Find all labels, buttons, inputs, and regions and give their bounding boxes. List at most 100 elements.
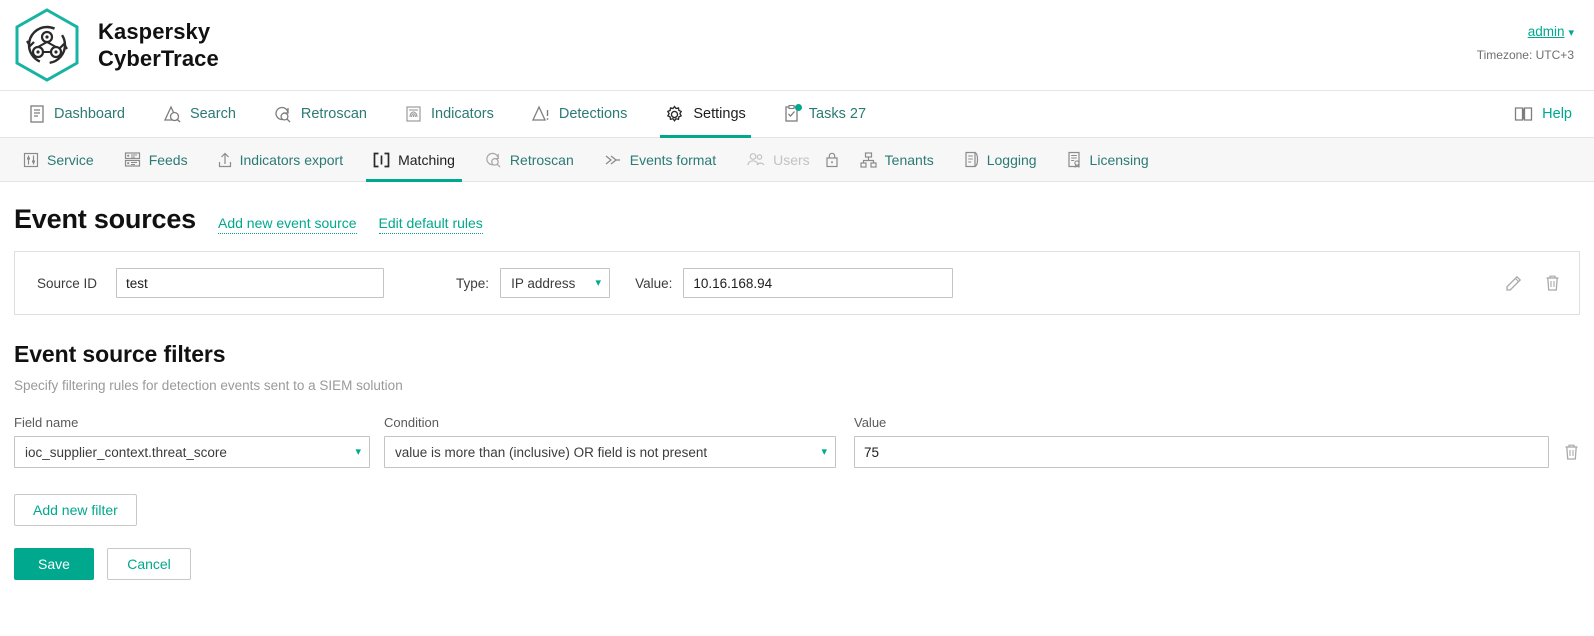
timezone-label: Timezone: UTC+3 xyxy=(1477,46,1574,64)
type-select-value: IP address xyxy=(511,276,575,291)
cybertrace-hex-logo-icon xyxy=(12,7,82,83)
user-menu[interactable]: admin▾ Timezone: UTC+3 xyxy=(1477,20,1574,64)
filter-value-input[interactable] xyxy=(854,436,1549,468)
subnav-item-indicators-export[interactable]: Indicators export xyxy=(203,138,359,181)
log-document-icon xyxy=(964,151,979,168)
search-icon xyxy=(163,105,181,123)
brand-title: Kaspersky CyberTrace xyxy=(98,18,219,73)
trash-icon[interactable] xyxy=(1544,274,1561,292)
source-id-input[interactable] xyxy=(116,268,384,298)
subnav-label: Events format xyxy=(630,152,716,168)
source-id-label: Source ID xyxy=(37,276,97,291)
nav-item-detections[interactable]: Detections xyxy=(513,91,647,137)
filter-field-name-cell: ioc_supplier_context.threat_score ▾ xyxy=(14,436,370,468)
nav-label: Dashboard xyxy=(54,106,125,122)
type-select[interactable]: IP address ▾ xyxy=(500,268,610,298)
sliders-icon xyxy=(23,152,39,168)
nav-item-settings[interactable]: Settings xyxy=(646,91,764,137)
nav-label: Search xyxy=(190,106,236,122)
lock-icon xyxy=(825,151,839,168)
page-content: Event sources Add new event source Edit … xyxy=(0,204,1594,580)
value-label: Value: xyxy=(635,276,672,291)
nav-item-indicators[interactable]: Indicators xyxy=(386,91,513,137)
server-icon xyxy=(124,152,141,167)
filter-row: ioc_supplier_context.threat_score ▾ valu… xyxy=(14,436,1580,468)
filter-delete-trash-icon[interactable] xyxy=(1563,443,1580,461)
brackets-icon xyxy=(373,152,390,168)
nav-item-dashboard[interactable]: Dashboard xyxy=(10,91,144,137)
tasks-icon xyxy=(784,105,800,123)
chevron-down-icon[interactable]: ▾ xyxy=(1568,27,1574,39)
edit-default-rules-link[interactable]: Edit default rules xyxy=(379,214,483,234)
subnav-item-licensing[interactable]: Licensing xyxy=(1052,138,1164,181)
subnav-label: Indicators export xyxy=(240,152,344,168)
filter-field-name-select[interactable]: ioc_supplier_context.threat_score ▾ xyxy=(14,436,370,468)
filter-value-cell xyxy=(854,436,1549,468)
nav-label: Detections xyxy=(559,106,628,122)
add-new-event-source-link[interactable]: Add new event source xyxy=(218,214,357,234)
type-label: Type: xyxy=(456,276,489,291)
subnav-label: Feeds xyxy=(149,152,188,168)
nav-item-tasks[interactable]: Tasks 27 xyxy=(765,91,885,137)
column-header-value: Value xyxy=(854,415,1580,430)
nav-label: Indicators xyxy=(431,106,494,122)
retroscan-icon xyxy=(485,151,502,168)
subnav-label: Service xyxy=(47,152,94,168)
certificate-icon xyxy=(1067,151,1082,168)
nav-item-retroscan[interactable]: Retroscan xyxy=(255,91,386,137)
filters-table: Field name Condition Value ioc_supplier_… xyxy=(14,415,1580,468)
add-filter-wrapper: Add new filter xyxy=(14,494,1580,526)
filters-column-headers: Field name Condition Value xyxy=(14,415,1580,430)
gear-icon xyxy=(665,105,684,124)
nav-item-search[interactable]: Search xyxy=(144,91,255,137)
value-input[interactable] xyxy=(683,268,953,298)
nav-label: Help xyxy=(1542,106,1572,122)
book-icon xyxy=(1514,106,1533,122)
form-actions: Save Cancel xyxy=(14,548,1580,580)
nav-label: Settings xyxy=(693,106,745,122)
filters-title: Event source filters xyxy=(14,341,1580,368)
subnav-item-events-format[interactable]: Events format xyxy=(589,138,731,181)
chevron-down-icon: ▾ xyxy=(355,447,361,458)
users-icon xyxy=(746,152,765,167)
filter-condition-cell: value is more than (inclusive) OR field … xyxy=(384,436,836,468)
column-header-field-name: Field name xyxy=(14,415,370,430)
brand: Kaspersky CyberTrace xyxy=(12,7,219,83)
subnav-item-tenants[interactable]: Tenants xyxy=(845,138,949,181)
subnav-label: Licensing xyxy=(1090,152,1149,168)
pencil-icon[interactable] xyxy=(1505,275,1522,292)
app-header: Kaspersky CyberTrace admin▾ Timezone: UT… xyxy=(0,0,1594,90)
hierarchy-icon xyxy=(860,152,877,168)
subnav-item-matching[interactable]: Matching xyxy=(358,138,470,181)
nav-spacer xyxy=(885,91,1495,137)
tasks-badge-dot xyxy=(795,104,802,111)
settings-sub-navigation: Service Feeds Indicators export Matching… xyxy=(0,138,1594,182)
add-new-filter-button[interactable]: Add new filter xyxy=(14,494,137,526)
filters-description: Specify filtering rules for detection ev… xyxy=(14,378,1580,393)
user-name[interactable]: admin xyxy=(1528,24,1565,39)
nav-item-help[interactable]: Help xyxy=(1495,91,1594,137)
row-actions xyxy=(1505,252,1561,314)
subnav-label: Tenants xyxy=(885,152,934,168)
chevron-down-icon: ▾ xyxy=(596,278,602,289)
event-sources-header: Event sources Add new event source Edit … xyxy=(14,204,1580,235)
subnav-label: Logging xyxy=(987,152,1037,168)
nav-label: Retroscan xyxy=(301,106,367,122)
save-button[interactable]: Save xyxy=(14,548,94,580)
subnav-item-retroscan[interactable]: Retroscan xyxy=(470,138,589,181)
chevron-down-icon: ▾ xyxy=(821,447,827,458)
main-navigation: Dashboard Search Retroscan Indicators De… xyxy=(0,90,1594,138)
chevrons-right-icon xyxy=(604,153,622,167)
subnav-label: Retroscan xyxy=(510,152,574,168)
nav-label: Tasks 27 xyxy=(809,106,866,122)
filter-field-name-value: ioc_supplier_context.threat_score xyxy=(25,445,227,460)
subnav-item-service[interactable]: Service xyxy=(8,138,109,181)
cancel-button[interactable]: Cancel xyxy=(107,548,191,580)
alert-icon xyxy=(532,105,550,123)
column-header-condition: Condition xyxy=(384,415,836,430)
fingerprint-icon xyxy=(405,105,422,123)
document-icon xyxy=(29,105,45,123)
subnav-item-logging[interactable]: Logging xyxy=(949,138,1052,181)
subnav-item-feeds[interactable]: Feeds xyxy=(109,138,203,181)
filter-condition-select[interactable]: value is more than (inclusive) OR field … xyxy=(384,436,836,468)
